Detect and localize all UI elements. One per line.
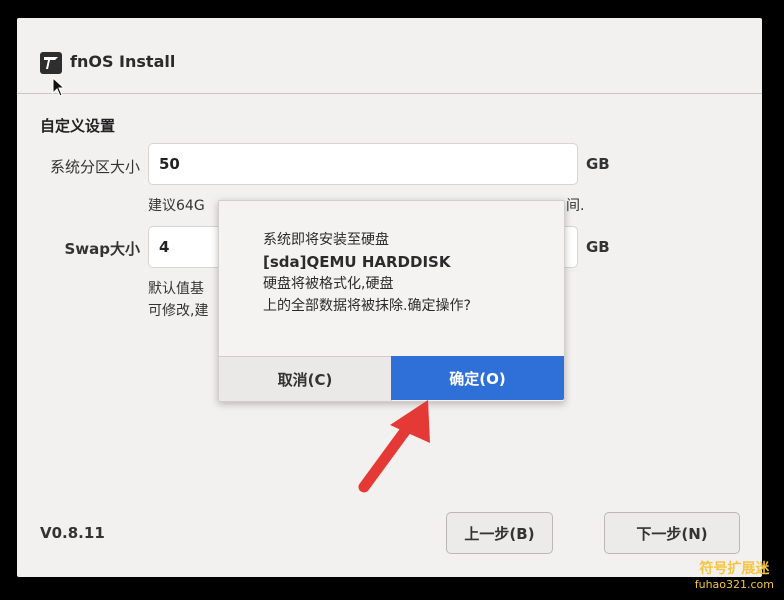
title-bar: fnOS Install <box>17 18 762 94</box>
swap-hint-line1: 默认值基 <box>148 281 204 297</box>
swap-hint-line2: 可修改,建 <box>148 303 209 319</box>
fnos-logo-icon <box>40 52 62 74</box>
system-partition-input[interactable]: 50 <box>148 143 578 185</box>
prev-step-button[interactable]: 上一步(B) <box>446 512 553 554</box>
confirm-dialog: 系统即将安装至硬盘 [sda]QEMU HARDDISK 硬盘将被格式化,硬盘 … <box>218 200 565 402</box>
dialog-line-4: 上的全部数据将被抹除.确定操作? <box>263 298 471 314</box>
hint-trailing-text: 间. <box>566 198 585 214</box>
dialog-line-1: 系统即将安装至硬盘 <box>263 232 389 248</box>
confirm-button[interactable]: 确定(O) <box>391 356 564 400</box>
site-watermark: 符号扩展迷 fuhao321.com <box>695 562 774 592</box>
dialog-line-2: [sda]QEMU HARDDISK <box>263 253 451 271</box>
system-partition-unit: GB <box>586 155 610 173</box>
system-partition-hint: 建议64G <box>148 198 205 214</box>
app-title: fnOS Install <box>70 52 176 71</box>
swap-label: Swap大小 <box>64 240 140 258</box>
swap-unit: GB <box>586 238 610 256</box>
annotation-arrow-icon <box>350 395 440 499</box>
section-title: 自定义设置 <box>40 117 116 135</box>
watermark-line2: fuhao321.com <box>694 578 774 591</box>
dialog-message: 系统即将安装至硬盘 [sda]QEMU HARDDISK 硬盘将被格式化,硬盘 … <box>263 229 553 317</box>
dialog-line-3: 硬盘将被格式化,硬盘 <box>263 276 394 292</box>
next-step-button[interactable]: 下一步(N) <box>604 512 740 554</box>
version-label: V0.8.11 <box>40 524 105 542</box>
mouse-cursor-icon <box>52 76 66 101</box>
watermark-line1: 符号扩展迷 <box>699 561 770 577</box>
system-partition-label: 系统分区大小 <box>49 158 140 176</box>
